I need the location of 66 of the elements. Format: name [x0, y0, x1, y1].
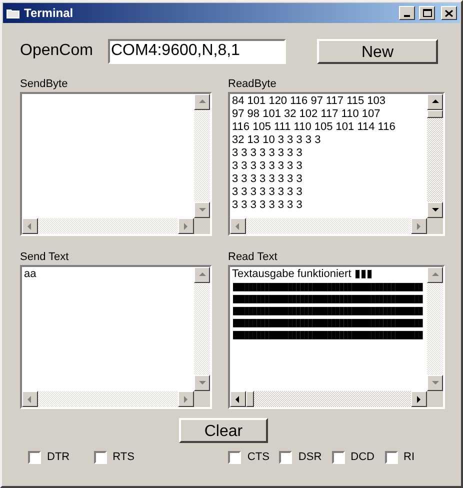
checkbox-label: DTR	[47, 450, 70, 465]
scroll-thumb[interactable]	[427, 110, 443, 118]
checkbox-label: CTS	[247, 450, 270, 465]
text-line: 3 3 3 3 3 3 3 3	[232, 186, 302, 199]
text-line: ▮▮▮▮▮▮▮▮▮▮▮▮▮▮▮▮▮▮▮▮▮▮▮▮▮▮▮▮▮▮▮▮▮▮▮▮▮▮▮▮▮▮▮▮▮▮▮▮	[232, 305, 422, 317]
checkbox[interactable]	[384, 450, 398, 464]
text-line: ▮▮▮▮▮▮▮▮▮▮▮▮▮▮▮▮▮▮▮▮▮▮▮▮▮▮▮▮▮▮▮▮▮▮▮▮▮▮▮▮▮▮▮▮▮▮▮▮	[232, 317, 422, 329]
text-line: 3 3 3 3 3 3 3 3	[232, 160, 302, 173]
scrollbar-corner	[427, 218, 443, 234]
text-line: ▮▮▮▮▮▮▮▮▮▮▮▮▮▮▮▮▮▮▮▮▮▮▮▮▮▮▮▮▮▮▮▮▮▮▮▮▮▮▮▮▮▮▮▮▮▮▮▮	[232, 281, 422, 293]
horizontal-scrollbar[interactable]	[230, 391, 427, 407]
text-line: Textausgabe funktioniert ▮▮▮	[232, 268, 372, 281]
panel-label: SendByte	[20, 77, 69, 92]
right-arrow-icon	[182, 222, 190, 230]
scrollbar-corner	[194, 391, 210, 407]
maximize-icon	[422, 9, 432, 17]
scroll-right-button[interactable]	[411, 391, 427, 407]
window-title: Terminal	[24, 5, 74, 22]
checkbox[interactable]	[332, 450, 345, 464]
new-button[interactable]: New	[317, 38, 438, 64]
checkbox[interactable]	[28, 450, 41, 464]
checkbox[interactable]	[279, 450, 292, 464]
right-arrow-icon	[414, 222, 424, 230]
text-area[interactable]: 84 101 120 116 97 117 115 103 97 98 101 32 102 117 110 107 116 105 111 110 105 101 114 116 32 13 10 3 3 3 3 3 3 3 3 3 3 3 3 3 3 3 3 3 3 3 3 3 3 3 3 3 3 3 3 3 3 3 3 3 3 3 3 3 3 3 3 3 3 3 3 3	[228, 92, 445, 236]
scroll-down-button[interactable]	[427, 202, 443, 218]
scroll-thumb[interactable]	[246, 391, 254, 407]
down-arrow-icon	[430, 378, 440, 388]
minimize-button[interactable]	[399, 6, 415, 20]
scrollbar-corner	[427, 391, 443, 407]
panel-label: Send Text	[20, 250, 70, 265]
down-arrow-icon	[198, 378, 206, 388]
checkbox-label: RI	[404, 450, 414, 465]
folder-icon	[6, 7, 20, 19]
text-line: aa	[24, 268, 36, 281]
text-line: 97 98 101 32 102 117 110 107	[232, 108, 380, 121]
checkbox[interactable]	[94, 450, 107, 464]
minimize-icon	[404, 15, 410, 17]
port-settings-field[interactable]: COM4:9600,N,8,1	[108, 38, 286, 64]
text-line: ▮▮▮▮▮▮▮▮▮▮▮▮▮▮▮▮▮▮▮▮▮▮▮▮▮▮▮▮▮▮▮▮▮▮▮▮▮▮▮▮▮▮▮▮▮▮▮▮	[232, 329, 422, 341]
text-line: 116 105 111 110 105 101 114 116	[232, 121, 396, 134]
checkbox-label: DSR	[298, 450, 322, 465]
text-line: ▮▮▮▮▮▮▮▮▮▮▮▮▮▮▮▮▮▮▮▮▮▮▮▮▮▮▮▮▮▮▮▮▮▮▮▮▮▮▮▮▮▮▮▮▮▮▮▮	[232, 293, 422, 305]
panel-label: Read Text	[228, 250, 278, 265]
down-arrow-icon	[198, 206, 206, 214]
text-area[interactable]	[228, 265, 445, 409]
checkbox-label: RTS	[112, 450, 134, 465]
maximize-button[interactable]	[419, 6, 435, 20]
text-line: 32 13 10 3 3 3 3 3	[232, 134, 321, 147]
right-arrow-icon	[414, 394, 424, 404]
text-line: 84 101 120 116 97 117 115 103	[232, 95, 386, 108]
clear-button[interactable]: Clear	[179, 418, 268, 443]
vertical-scrollbar[interactable]	[427, 94, 443, 218]
down-arrow-icon	[430, 206, 440, 214]
open-com-label: OpenCom	[20, 41, 94, 61]
right-arrow-icon	[182, 394, 190, 404]
text-line: 3 3 3 3 3 3 3 3	[232, 199, 302, 212]
scroll-left-button[interactable]	[230, 391, 246, 407]
checkbox[interactable]	[228, 450, 242, 464]
close-icon	[445, 10, 453, 16]
checkbox-label: DCD	[350, 450, 374, 465]
close-button[interactable]	[441, 6, 457, 20]
panel-label: ReadByte	[228, 77, 278, 92]
text-line: 3 3 3 3 3 3 3 3	[232, 173, 302, 186]
text-line: 3 3 3 3 3 3 3 3	[232, 147, 302, 160]
scroll-up-button[interactable]	[427, 94, 443, 110]
scrollbar-corner	[194, 218, 210, 234]
